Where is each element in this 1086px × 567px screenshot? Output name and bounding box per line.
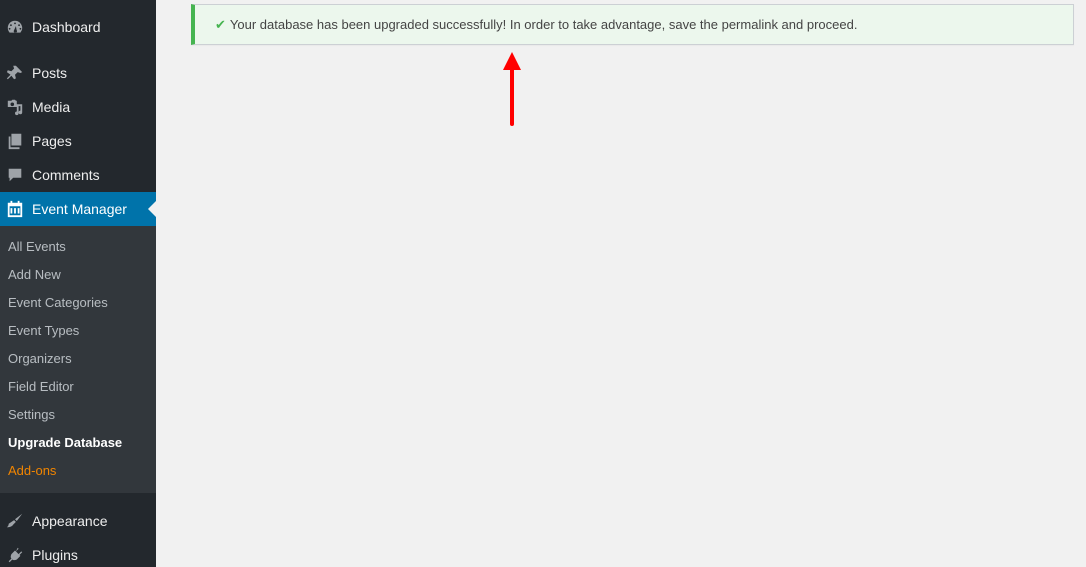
sidebar-item-label: Event Manager	[32, 201, 127, 217]
pin-icon	[5, 63, 25, 83]
submenu-item-settings[interactable]: Settings	[8, 405, 55, 425]
submenu-item-all-events[interactable]: All Events	[8, 237, 66, 257]
red-arrow-annotation	[503, 52, 521, 126]
notice-message: Your database has been upgraded successf…	[229, 17, 858, 32]
paintbrush-icon	[5, 511, 25, 531]
sidebar-item-label: Appearance	[32, 513, 108, 529]
submenu-item-event-types[interactable]: Event Types	[8, 321, 79, 341]
sidebar-item-posts[interactable]: Posts	[0, 56, 156, 90]
pages-icon	[5, 131, 25, 151]
sidebar-item-label: Media	[32, 99, 71, 115]
submenu-item-add-ons[interactable]: Add-ons	[8, 461, 56, 481]
admin-sidebar: Dashboard Posts Media Pages Comments Eve…	[0, 0, 156, 567]
submenu-item-event-categories[interactable]: Event Categories	[8, 293, 108, 313]
sidebar-item-plugins[interactable]: Plugins	[0, 538, 156, 567]
plugin-icon	[5, 545, 25, 565]
submenu-item-field-editor[interactable]: Field Editor	[8, 377, 74, 397]
comment-icon	[5, 165, 25, 185]
calendar-icon	[5, 199, 25, 219]
dashboard-icon	[5, 17, 25, 37]
sidebar-item-dashboard[interactable]: Dashboard	[0, 10, 156, 44]
sidebar-item-media[interactable]: Media	[0, 90, 156, 124]
submenu-item-add-new[interactable]: Add New	[8, 265, 61, 285]
sidebar-item-comments[interactable]: Comments	[0, 158, 156, 192]
success-notice: ✔ Your database has been upgraded succes…	[191, 4, 1074, 45]
sidebar-item-label: Posts	[32, 65, 68, 81]
event-manager-submenu: All Events Add New Event Categories Even…	[0, 226, 156, 493]
sidebar-item-label: Plugins	[32, 547, 78, 563]
media-icon	[5, 97, 25, 117]
sidebar-item-pages[interactable]: Pages	[0, 124, 156, 158]
sidebar-item-appearance[interactable]: Appearance	[0, 504, 156, 538]
checkmark-icon: ✔	[215, 16, 226, 32]
sidebar-item-event-manager[interactable]: Event Manager	[0, 192, 156, 226]
sidebar-item-label: Pages	[32, 133, 72, 149]
submenu-item-upgrade-database[interactable]: Upgrade Database	[8, 433, 122, 453]
sidebar-item-label: Comments	[32, 167, 100, 183]
submenu-item-organizers[interactable]: Organizers	[8, 349, 72, 369]
sidebar-item-label: Dashboard	[32, 19, 101, 35]
